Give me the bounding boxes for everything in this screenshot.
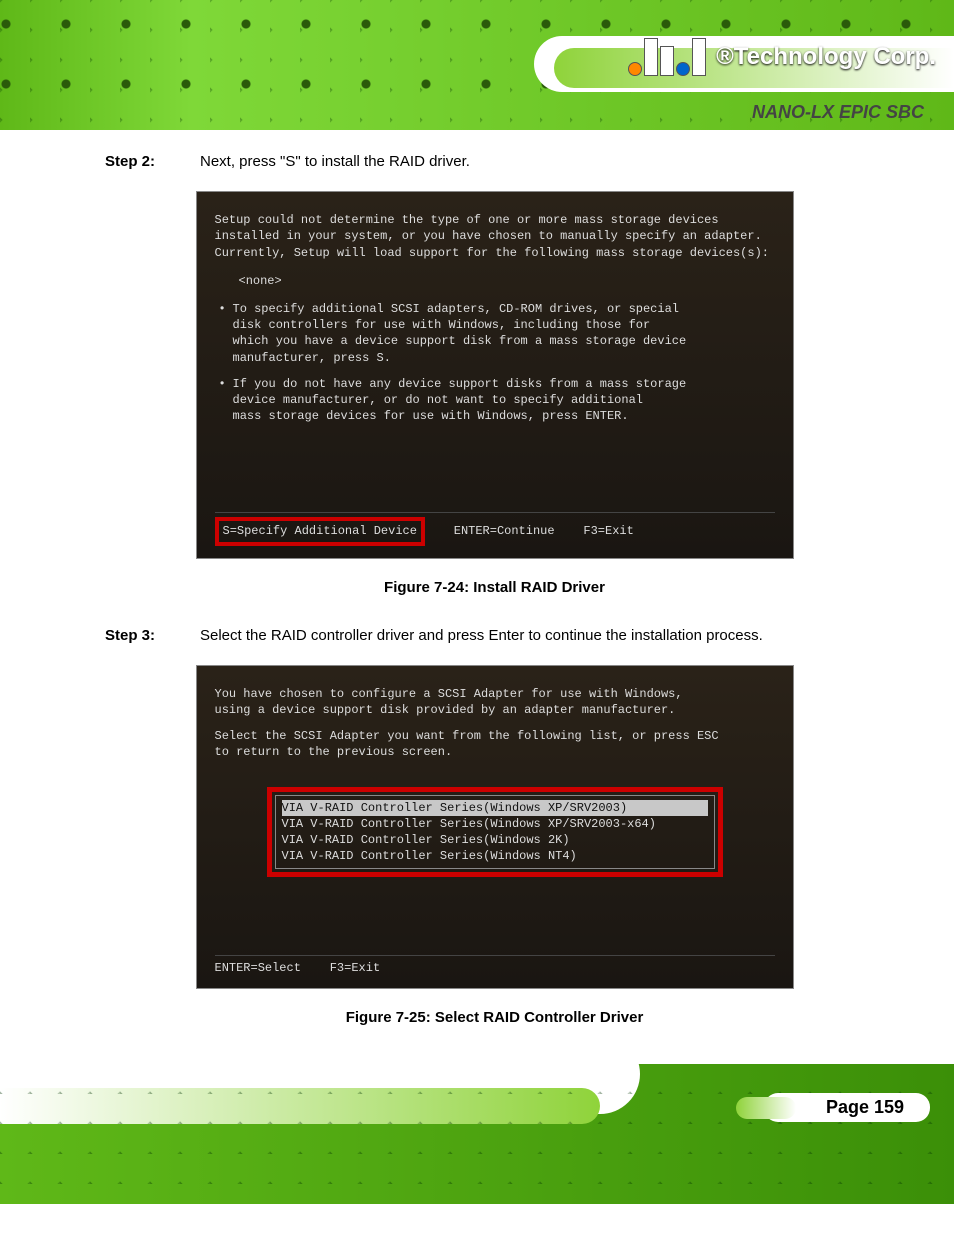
driver-option: VIA V-RAID Controller Series(Windows XP/… [282,816,708,832]
setup1-b1-line: disk controllers for use with Windows, i… [233,317,775,333]
enter-continue-label: ENTER=Continue [454,524,555,538]
figure-7-25-caption: Figure 7-25: Select RAID Controller Driv… [105,1009,884,1026]
setup1-footer: S=Specify Additional Device ENTER=Contin… [215,512,775,545]
setup1-line: installed in your system, or you have ch… [215,228,775,244]
setup1-b1-line: To specify additional SCSI adapters, CD-… [233,301,775,317]
iei-logo-icon [628,38,706,76]
setup1-b2-line: If you do not have any device support di… [233,376,775,392]
step-2: Step 2: Next, press "S" to install the R… [105,150,884,173]
driver-select-list: VIA V-RAID Controller Series(Windows XP/… [275,795,715,870]
step-3-text: Select the RAID controller driver and pr… [200,624,884,647]
setup1-line: Currently, Setup will load support for t… [215,245,775,261]
page-header: ®Technology Corp. NANO-LX EPIC SBC [0,0,954,130]
setup1-bullet1: To specify additional SCSI adapters, CD-… [215,301,775,366]
product-name: NANO-LX EPIC SBC [752,102,924,123]
setup1-line: Setup could not determine the type of on… [215,212,775,228]
footer-circuit-texture [0,1064,954,1204]
figure-7-24-caption: Figure 7-24: Install RAID Driver [105,579,884,596]
step-3: Step 3: Select the RAID controller drive… [105,624,884,647]
page-number: Page 159 [764,1093,930,1122]
setup2-line: using a device support disk provided by … [215,702,775,718]
f3-exit-label: F3=Exit [583,524,633,538]
corp-logo-badge: ®Technology Corp. [628,38,936,76]
step-2-label: Step 2: [105,150,200,173]
page-footer: Page 159 [0,1064,954,1204]
enter-select-label: ENTER=Select [215,961,301,975]
setup-screenshot-2: You have chosen to configure a SCSI Adap… [196,665,794,990]
corp-name: ®Technology Corp. [716,43,936,71]
setup2-line: to return to the previous screen. [215,744,775,760]
setup2-line: Select the SCSI Adapter you want from th… [215,728,775,744]
setup1-none: <none> [239,273,775,289]
f3-exit-label: F3=Exit [330,961,380,975]
step-2-text: Next, press "S" to install the RAID driv… [200,150,884,173]
page-content: Step 2: Next, press "S" to install the R… [0,130,954,1064]
driver-option: VIA V-RAID Controller Series(Windows 2K) [282,832,708,848]
setup1-b2-line: device manufacturer, or do not want to s… [233,392,775,408]
s-specify-highlight: S=Specify Additional Device [215,517,425,545]
driver-select-highlight: VIA V-RAID Controller Series(Windows XP/… [267,787,723,878]
setup2-line: You have chosen to configure a SCSI Adap… [215,686,775,702]
setup1-b1-line: manufacturer, press S. [233,350,775,366]
setup-screenshot-1: Setup could not determine the type of on… [196,191,794,558]
driver-option: VIA V-RAID Controller Series(Windows NT4… [282,848,708,864]
driver-option-selected: VIA V-RAID Controller Series(Windows XP/… [282,800,708,816]
setup1-b2-line: mass storage devices for use with Window… [233,408,775,424]
setup1-b1-line: which you have a device support disk fro… [233,333,775,349]
setup1-bullet2: If you do not have any device support di… [215,376,775,425]
step-3-label: Step 3: [105,624,200,647]
setup2-footer: ENTER=Select F3=Exit [215,955,775,976]
page-number-badge: Page 159 [764,1093,930,1122]
